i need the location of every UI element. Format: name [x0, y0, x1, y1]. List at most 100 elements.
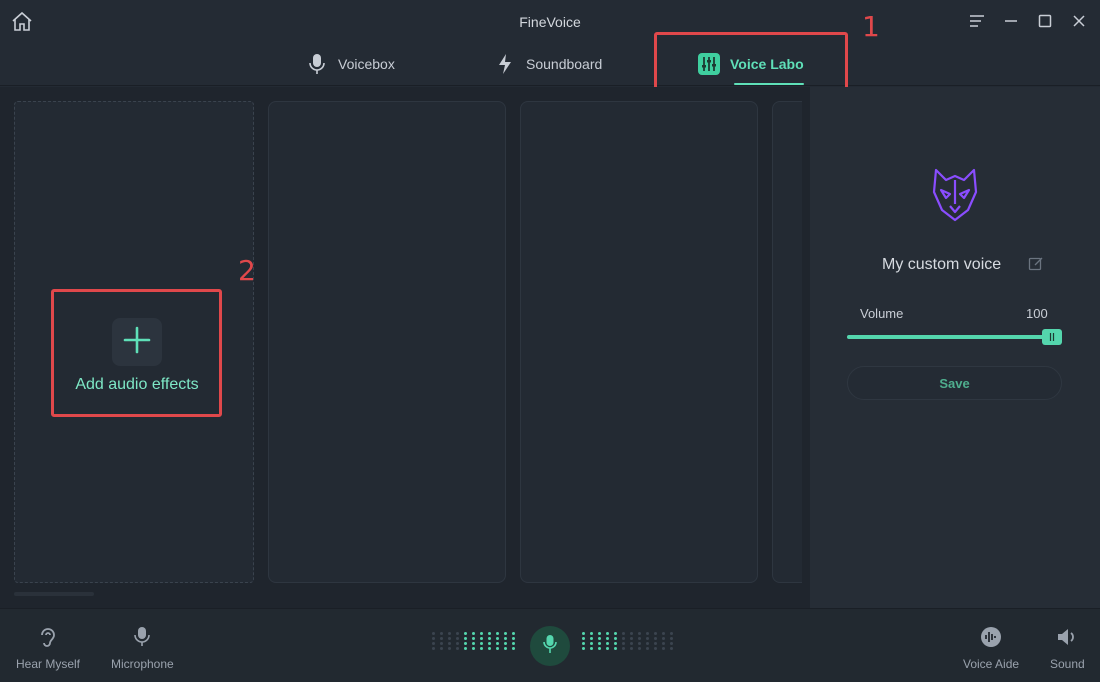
level-dot — [464, 637, 467, 640]
voice-aide-button[interactable]: Voice Aide — [963, 626, 1019, 671]
level-dot — [590, 632, 593, 635]
level-dot — [598, 647, 601, 650]
level-dot — [638, 647, 641, 650]
annotation-number-1: 1 — [862, 10, 880, 43]
level-dot — [496, 647, 499, 650]
volume-value: 100 — [1026, 306, 1048, 321]
hear-myself-button[interactable]: Hear Myself — [16, 626, 80, 671]
level-dot — [456, 647, 459, 650]
microphone-settings-button[interactable]: Microphone — [111, 626, 174, 671]
level-dot — [480, 632, 483, 635]
level-dot — [598, 642, 601, 645]
level-dot — [622, 642, 625, 645]
hear-myself-label: Hear Myself — [16, 657, 81, 671]
effect-slot — [520, 101, 758, 583]
voice-aide-label: Voice Aide — [963, 657, 1020, 671]
effect-slot-partial — [772, 101, 802, 583]
level-dot — [638, 642, 641, 645]
level-dot — [638, 632, 641, 635]
level-dot — [448, 637, 451, 640]
minimize-icon[interactable] — [1002, 12, 1020, 30]
level-dot — [448, 647, 451, 650]
level-dot — [464, 632, 467, 635]
level-dot — [512, 647, 515, 650]
level-dot — [606, 647, 609, 650]
level-dot — [512, 642, 515, 645]
level-dot — [504, 632, 507, 635]
level-dot — [488, 632, 491, 635]
level-dot — [582, 637, 585, 640]
tab-soundboard[interactable]: Soundboard — [494, 46, 602, 82]
level-dot — [654, 632, 657, 635]
level-dot — [504, 647, 507, 650]
sound-label: Sound — [1050, 657, 1085, 671]
menu-icon[interactable] — [968, 12, 986, 30]
microphone-icon — [133, 626, 151, 653]
level-dot — [670, 637, 673, 640]
volume-slider-track[interactable] — [847, 335, 1055, 339]
level-dot — [440, 632, 443, 635]
annotation-number-2: 2 — [238, 254, 256, 287]
level-dot — [582, 642, 585, 645]
level-dot — [480, 647, 483, 650]
level-dot — [432, 642, 435, 645]
voice-name: My custom voice — [882, 256, 1002, 273]
level-dot — [504, 642, 507, 645]
volume-slider-fill — [847, 335, 1055, 339]
level-dot — [598, 632, 601, 635]
level-meter-left — [464, 632, 517, 650]
level-dot — [464, 647, 467, 650]
close-icon[interactable] — [1070, 12, 1088, 30]
wolf-mask-icon — [928, 166, 982, 224]
level-dot — [638, 637, 641, 640]
level-dot — [504, 637, 507, 640]
level-dot — [646, 642, 649, 645]
maximize-icon[interactable] — [1036, 12, 1054, 30]
volume-label: Volume — [860, 306, 904, 321]
microphone-label: Microphone — [111, 657, 174, 671]
level-dot — [496, 637, 499, 640]
level-dot — [662, 647, 665, 650]
level-dot — [440, 647, 443, 650]
level-dot — [456, 632, 459, 635]
save-button[interactable]: Save — [847, 366, 1062, 400]
level-dot — [480, 642, 483, 645]
level-dot — [440, 637, 443, 640]
volume-slider-handle[interactable] — [1042, 329, 1062, 345]
level-dot — [654, 637, 657, 640]
level-dot — [662, 637, 665, 640]
level-dot — [512, 637, 515, 640]
level-dot — [614, 647, 617, 650]
level-dot — [622, 647, 625, 650]
level-dot — [606, 637, 609, 640]
tab-voicebox[interactable]: Voicebox — [306, 46, 395, 82]
level-dot — [630, 647, 633, 650]
sound-button[interactable]: Sound — [1050, 626, 1085, 671]
level-dot — [622, 632, 625, 635]
level-dot — [582, 632, 585, 635]
level-dot — [448, 632, 451, 635]
edit-icon[interactable] — [1028, 256, 1044, 272]
level-dot — [606, 632, 609, 635]
level-dot — [630, 642, 633, 645]
level-dot — [496, 642, 499, 645]
annotation-box-2 — [51, 289, 222, 417]
tab-bar: Voicebox Soundboard Voice Labo — [0, 46, 1100, 85]
horizontal-scrollbar[interactable] — [14, 592, 94, 596]
level-dot — [670, 632, 673, 635]
level-dot — [646, 632, 649, 635]
level-dot — [472, 632, 475, 635]
level-dot — [630, 637, 633, 640]
level-dot — [472, 647, 475, 650]
effect-slot — [268, 101, 506, 583]
level-dot — [488, 642, 491, 645]
level-dot — [630, 632, 633, 635]
level-dot — [472, 637, 475, 640]
level-dot — [512, 632, 515, 635]
level-dot — [432, 632, 435, 635]
level-dot — [590, 647, 593, 650]
microphone-toggle-button[interactable] — [530, 626, 570, 666]
lightning-icon — [494, 53, 516, 75]
level-dot — [582, 647, 585, 650]
level-dot — [464, 642, 467, 645]
